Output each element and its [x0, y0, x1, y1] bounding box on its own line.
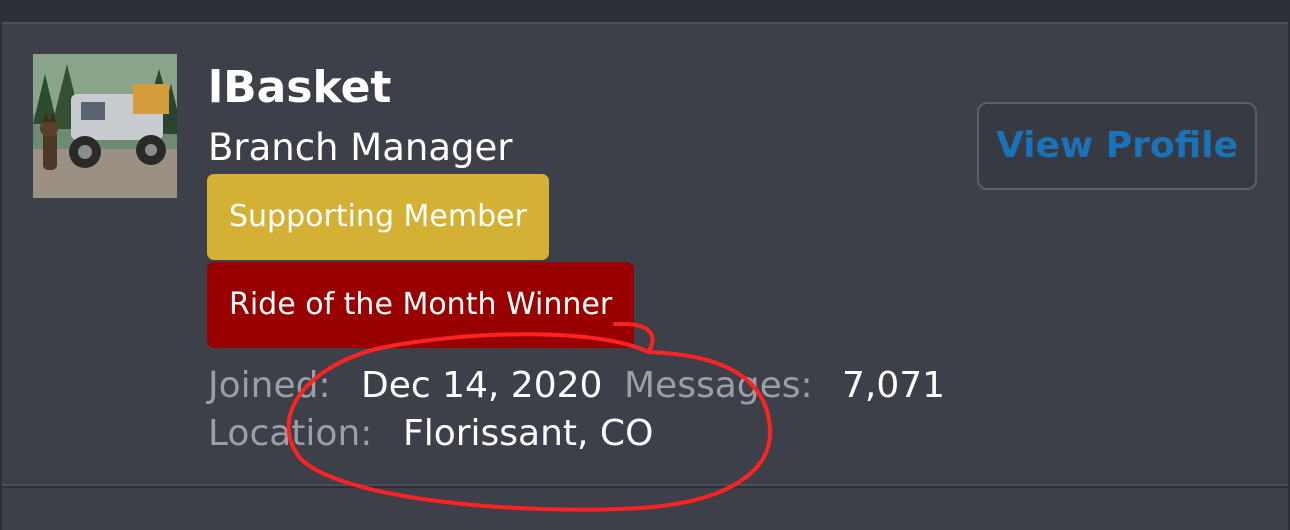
messages-value[interactable]: 7,071: [842, 364, 945, 408]
avatar-photo: [33, 54, 177, 198]
joined-value: Dec 14, 2020: [361, 365, 603, 406]
supporting-member-banner: Supporting Member: [207, 174, 549, 260]
top-divider-strip: [0, 0, 1290, 22]
card-footer-strip: [2, 488, 1288, 530]
avatar[interactable]: [33, 54, 177, 198]
username[interactable]: lBasket: [208, 60, 391, 116]
joined-label: Joined:: [208, 365, 331, 406]
location-label: Location:: [208, 413, 373, 454]
messages-label: Messages:: [624, 365, 813, 406]
ride-of-the-month-banner: Ride of the Month Winner: [207, 262, 635, 348]
user-title: Branch Manager: [208, 126, 513, 169]
location-value[interactable]: Florissant, CO: [403, 412, 653, 456]
view-profile-button[interactable]: View Profile: [977, 102, 1257, 190]
